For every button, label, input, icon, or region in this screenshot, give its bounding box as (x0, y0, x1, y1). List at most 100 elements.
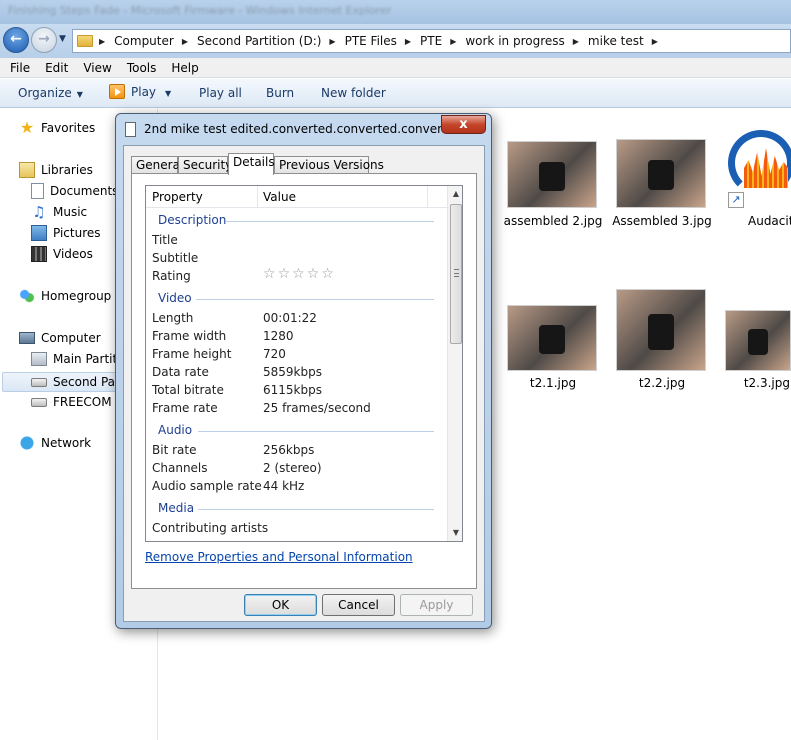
system-drive-icon (31, 352, 47, 366)
scrollbar-thumb[interactable] (450, 204, 462, 344)
folder-icon (77, 35, 93, 47)
column-header-value[interactable]: Value (263, 190, 296, 204)
remove-properties-link[interactable]: Remove Properties and Personal Informati… (145, 550, 413, 564)
group-divider (226, 221, 434, 222)
breadcrumb-computer[interactable]: ▶ Computer (99, 34, 174, 48)
tab-general[interactable]: General (131, 156, 183, 174)
star-icon[interactable]: ☆ (307, 266, 322, 282)
property-label: Subtitle (152, 251, 199, 265)
computer-icon (19, 332, 35, 344)
property-value: 5859kbps (263, 365, 322, 379)
property-value: 720 (263, 347, 286, 361)
cancel-button[interactable]: Cancel (322, 594, 395, 616)
play-icon (109, 84, 125, 99)
breadcrumb-pte-files[interactable]: ▶ PTE Files (329, 34, 396, 48)
menu-help[interactable]: Help (171, 61, 198, 75)
breadcrumb[interactable]: ▶ Computer ▶ Second Partition (D:) ▶ PTE Fi… (72, 29, 791, 53)
sidebar-item-favorites[interactable]: ★ Favorites (19, 118, 95, 138)
sidebar-item-pictures[interactable]: Pictures (31, 223, 101, 243)
video-file-icon (125, 122, 136, 137)
property-value: 44 kHz (263, 479, 305, 493)
new-folder-button[interactable]: New folder (321, 86, 386, 100)
menu-file[interactable]: File (10, 61, 30, 75)
file-name: Assembled 3.jpg (612, 214, 712, 228)
property-label: Total bitrate (152, 383, 224, 397)
organize-button[interactable]: Organize ▼ (18, 86, 83, 100)
breadcrumb-mike-test[interactable]: ▶ mike test (573, 34, 644, 48)
properties-dialog: 2nd mike test edited.converted.converted… (115, 113, 492, 629)
column-divider[interactable] (427, 186, 428, 208)
chevron-right-icon: ▶ (450, 36, 457, 46)
chevron-down-icon: ▼ (165, 89, 172, 98)
tab-security[interactable]: Security (178, 156, 232, 174)
back-button[interactable]: ← (3, 27, 29, 53)
breadcrumb-work-in-progress[interactable]: ▶ work in progress (450, 34, 565, 48)
property-value: 25 frames/second (263, 401, 371, 415)
column-header-property[interactable]: Property (152, 190, 203, 204)
properties-list[interactable]: Property Value Description Title Subtitl… (145, 185, 463, 542)
forward-button[interactable]: → (31, 27, 57, 53)
group-header-audio: Audio (158, 423, 193, 437)
property-label: Bit rate (152, 443, 197, 457)
menu-view[interactable]: View (83, 61, 111, 75)
chevron-right-icon: ▶ (99, 36, 106, 46)
property-value: 256kbps (263, 443, 315, 457)
apply-button[interactable]: Apply (400, 594, 473, 616)
window-title: Finishing Steps Fade - Microsoft Firmwar… (8, 4, 392, 17)
menu-bar: File Edit View Tools Help (0, 58, 791, 78)
group-divider (196, 299, 434, 300)
tab-previous-versions[interactable]: Previous Versions (274, 156, 384, 174)
vertical-scrollbar[interactable]: ▲ ▼ (447, 186, 462, 541)
play-all-button[interactable]: Play all (199, 86, 242, 100)
libraries-icon (19, 162, 35, 178)
sidebar-item-videos[interactable]: Videos (31, 244, 93, 264)
tab-details[interactable]: Details (228, 153, 275, 175)
column-divider[interactable] (257, 186, 258, 208)
scroll-down-arrow-icon[interactable]: ▼ (448, 525, 462, 541)
details-tab-panel: Property Value Description Title Subtitl… (131, 173, 477, 589)
thumbnail-image (507, 305, 597, 371)
property-label: Channels (152, 461, 208, 475)
shortcut-arrow-icon: ↗ (728, 192, 744, 208)
burn-button[interactable]: Burn (266, 86, 294, 100)
menu-edit[interactable]: Edit (45, 61, 68, 75)
rating-stars[interactable]: ☆☆☆☆☆ (263, 266, 336, 282)
back-arrow-icon: ← (10, 31, 22, 47)
menu-tools[interactable]: Tools (127, 61, 157, 75)
drive-icon (31, 377, 47, 387)
homegroup-icon (19, 288, 35, 304)
sidebar-item-network[interactable]: Network (19, 433, 91, 453)
property-label: Frame width (152, 329, 227, 343)
sidebar-item-documents[interactable]: Documents (31, 181, 118, 201)
breadcrumb-second-partition[interactable]: ▶ Second Partition (D:) (182, 34, 322, 48)
sidebar-item-music[interactable]: ♫ Music (31, 202, 87, 222)
ok-button[interactable]: OK (244, 594, 317, 616)
star-icon[interactable]: ☆ (263, 266, 278, 282)
dialog-body: General Security Details Previous Versio… (123, 145, 485, 622)
scroll-up-arrow-icon[interactable]: ▲ (448, 186, 462, 202)
property-label: Title (152, 233, 178, 247)
star-icon[interactable]: ☆ (278, 266, 293, 282)
sidebar-item-libraries[interactable]: Libraries (19, 160, 93, 180)
dialog-title: 2nd mike test edited.converted.converted… (144, 122, 478, 136)
property-label: Frame height (152, 347, 232, 361)
star-icon[interactable]: ☆ (292, 266, 307, 282)
recent-pages-dropdown[interactable]: ▼ (59, 34, 66, 44)
network-icon (19, 435, 35, 451)
play-button[interactable]: Play ▼ (109, 84, 171, 99)
sidebar-item-computer[interactable]: Computer (19, 328, 101, 348)
window-titlebar: Finishing Steps Fade - Microsoft Firmwar… (0, 0, 791, 24)
chevron-right-icon: ▶ (651, 36, 658, 46)
sidebar-item-homegroup[interactable]: Homegroup (19, 286, 111, 306)
star-icon[interactable]: ☆ (321, 266, 336, 282)
property-value: 6115kbps (263, 383, 322, 397)
drive-icon (31, 397, 47, 407)
close-button[interactable]: x (441, 115, 486, 134)
property-label: Data rate (152, 365, 209, 379)
breadcrumb-pte[interactable]: ▶ PTE (405, 34, 442, 48)
group-divider (198, 431, 434, 432)
breadcrumb-more[interactable]: ▶ (652, 37, 667, 46)
property-value: 1280 (263, 329, 294, 343)
close-icon: x (459, 117, 468, 132)
property-label: Contributing artists (152, 521, 269, 535)
